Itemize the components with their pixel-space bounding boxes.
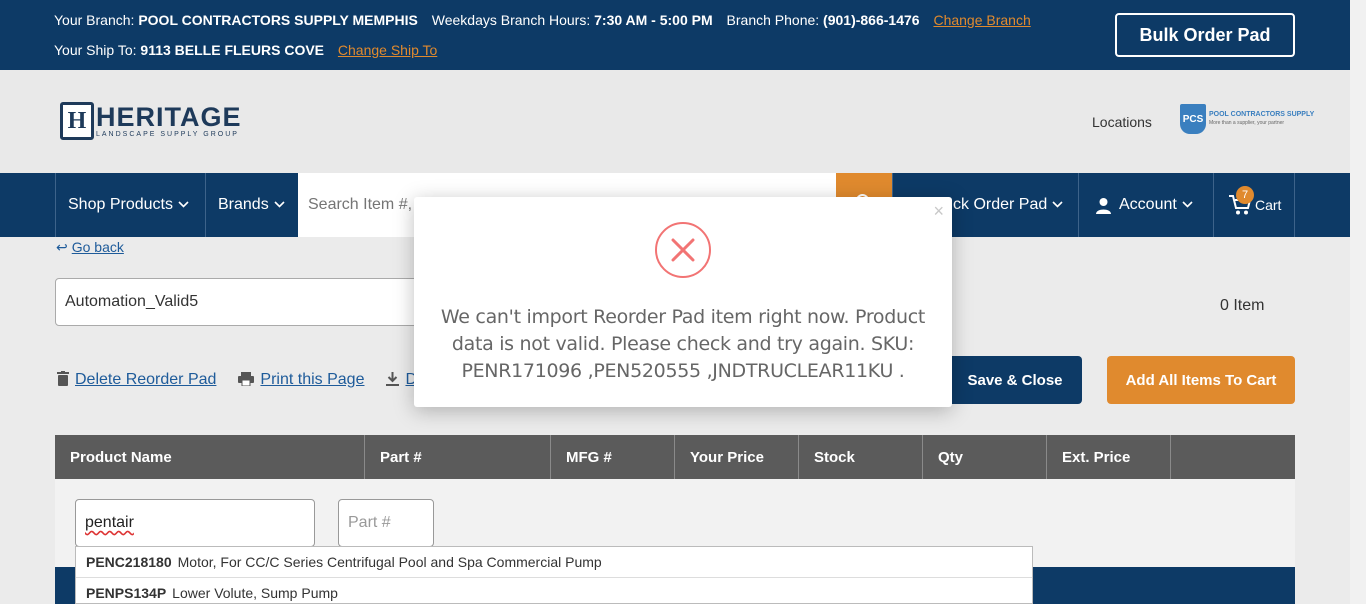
close-icon[interactable]: × (933, 201, 944, 222)
error-dialog: × We can't import Reorder Pad item right… (414, 197, 952, 407)
error-x-icon (655, 222, 711, 278)
error-message: We can't import Reorder Pad item right n… (440, 306, 926, 382)
